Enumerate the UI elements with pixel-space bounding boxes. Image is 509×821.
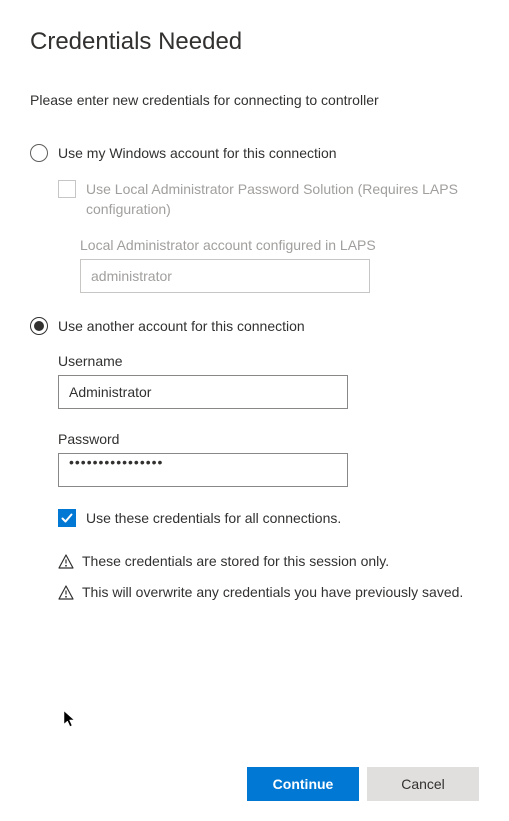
radio-another-account-label[interactable]: Use another account for this connection [58, 318, 305, 334]
option-windows-account: Use my Windows account for this connecti… [30, 144, 479, 293]
option-another-account: Use another account for this connection … [30, 317, 479, 601]
continue-button[interactable]: Continue [247, 767, 359, 801]
check-icon [61, 512, 73, 524]
laps-account-input [80, 259, 370, 293]
checkbox-laps-label: Use Local Administrator Password Solutio… [86, 180, 479, 219]
radio-another-account[interactable] [30, 317, 48, 335]
warning-session-only: These credentials are stored for this se… [82, 553, 389, 569]
warning-icon [58, 585, 74, 601]
instruction-text: Please enter new credentials for connect… [30, 92, 479, 108]
cancel-button[interactable]: Cancel [367, 767, 479, 801]
password-label: Password [58, 431, 479, 447]
username-label: Username [58, 353, 479, 369]
button-bar: Continue Cancel [247, 767, 479, 801]
username-input[interactable] [58, 375, 348, 409]
checkbox-laps [58, 180, 76, 198]
warning-overwrite: This will overwrite any credentials you … [82, 584, 463, 600]
page-title: Credentials Needed [30, 28, 479, 56]
password-input[interactable]: •••••••••••••••• [58, 453, 348, 487]
radio-windows-account-label[interactable]: Use my Windows account for this connecti… [58, 145, 337, 161]
checkbox-use-for-all-label[interactable]: Use these credentials for all connection… [86, 509, 341, 529]
radio-windows-account[interactable] [30, 144, 48, 162]
laps-account-label: Local Administrator account configured i… [80, 237, 479, 253]
radio-dot-icon [34, 321, 44, 331]
warning-icon [58, 554, 74, 570]
checkbox-use-for-all[interactable] [58, 509, 76, 527]
cursor-icon [63, 710, 77, 728]
